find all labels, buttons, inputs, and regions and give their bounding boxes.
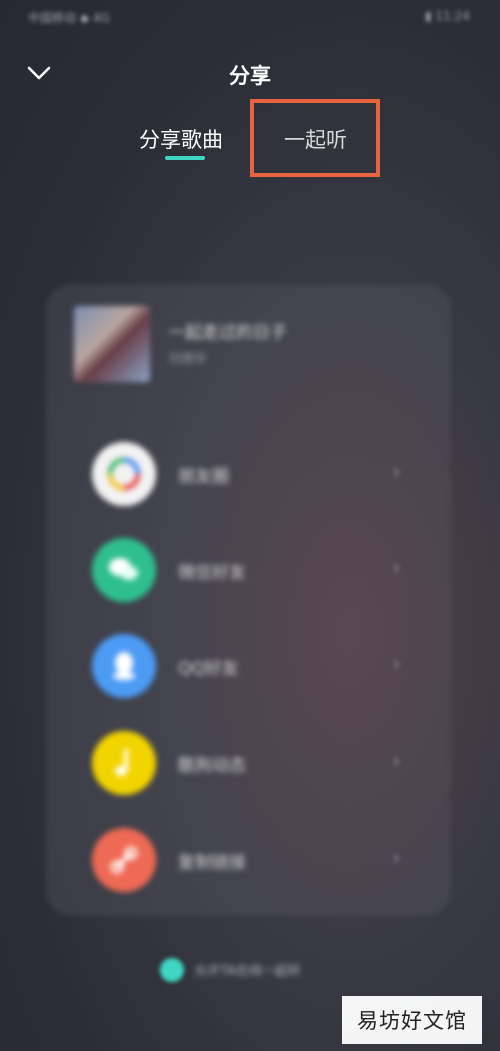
wechat-icon — [92, 538, 156, 602]
share-option-qq[interactable]: QQ好友 › — [92, 634, 422, 700]
share-option-kugou-feed[interactable]: 酷狗动态 › — [92, 731, 422, 797]
link-icon — [92, 828, 156, 892]
chevron-right-icon: › — [392, 846, 401, 871]
share-option-wechat[interactable]: 微信好友 › — [92, 538, 422, 604]
chevron-right-icon: › — [392, 749, 401, 774]
moments-icon — [92, 442, 156, 506]
allow-listen-checkbox[interactable] — [160, 958, 184, 982]
share-option-label: 酷狗动态 — [178, 756, 246, 776]
status-bar: 中国移动 ◆ 4G ▮ 11:24 — [0, 0, 500, 34]
qq-icon — [92, 634, 156, 698]
share-option-moments[interactable]: 朋友圈 › — [92, 442, 422, 508]
song-title: 一起走过的日子 — [168, 323, 287, 343]
share-option-label: 复制链接 — [178, 853, 246, 873]
highlight-box — [250, 99, 380, 177]
watermark: 易坊好文馆 — [342, 996, 482, 1044]
share-option-copy-link[interactable]: 复制链接 › — [92, 828, 422, 894]
share-option-label: 朋友圈 — [178, 467, 229, 487]
page-title: 分享 — [229, 64, 271, 88]
music-note-icon — [92, 731, 156, 795]
carrier-info: 中国移动 ◆ 4G — [28, 11, 110, 25]
chevron-right-icon: › — [392, 556, 401, 581]
chevron-right-icon: › — [392, 652, 401, 677]
battery-time: ▮ 11:24 — [425, 9, 470, 23]
chevron-right-icon: › — [392, 460, 401, 485]
allow-listen-label: 允许TA在线一起听 — [194, 964, 301, 979]
share-option-label: 微信好友 — [178, 563, 246, 583]
song-artist: 刘德华 — [168, 352, 208, 367]
song-cover-image — [74, 306, 150, 382]
share-option-label: QQ好友 — [178, 659, 239, 679]
active-tab-indicator — [165, 156, 205, 160]
tab-share-song[interactable]: 分享歌曲 — [139, 124, 223, 154]
